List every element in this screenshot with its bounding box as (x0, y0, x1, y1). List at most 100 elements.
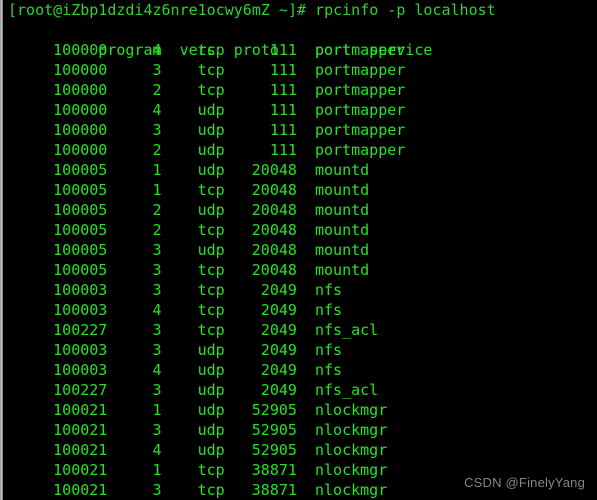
cell-program: 100000 (53, 41, 108, 59)
cell-program: 100003 (53, 281, 108, 299)
cell-service: mountd (314, 261, 370, 279)
cell-vers: 1 (152, 161, 162, 179)
cell-vers: 1 (152, 181, 162, 199)
cell-vers: 3 (152, 61, 162, 79)
cell-vers: 4 (152, 441, 162, 459)
cell-port: 52905 (251, 421, 297, 439)
cell-program: 100227 (53, 321, 108, 339)
cell-vers: 3 (152, 341, 162, 359)
table-row: 100021 1 tcp 38871 nlockmgr (3, 460, 597, 480)
cell-service: mountd (314, 161, 370, 179)
cell-proto: tcp (197, 221, 225, 239)
cell-vers: 3 (152, 321, 162, 339)
cell-port: 38871 (251, 461, 297, 479)
cell-port: 111 (269, 141, 297, 159)
table-row: 100005 2 udp 20048 mountd (3, 200, 597, 220)
cell-proto: udp (197, 201, 225, 219)
cell-program: 100005 (53, 181, 108, 199)
table-row: 100003 4 tcp 2049 nfs (3, 300, 597, 320)
table-row: 100005 3 tcp 20048 mountd (3, 260, 597, 280)
cell-port: 111 (269, 41, 297, 59)
cell-vers: 3 (152, 121, 162, 139)
cell-proto: udp (197, 121, 225, 139)
cell-proto: tcp (197, 181, 225, 199)
cell-service: nfs (314, 341, 343, 359)
cell-program: 100000 (53, 141, 108, 159)
cell-program: 100021 (53, 421, 108, 439)
cell-program: 100005 (53, 261, 108, 279)
cell-port: 20048 (251, 181, 297, 199)
cell-vers: 1 (152, 461, 162, 479)
cell-proto: tcp (197, 461, 225, 479)
cell-port: 20048 (251, 221, 297, 239)
cell-vers: 2 (152, 141, 162, 159)
table-row: 100000 2 tcp 111 portmapper (3, 80, 597, 100)
cell-vers: 2 (152, 201, 162, 219)
cell-port: 2049 (260, 281, 297, 299)
cell-service: portmapper (314, 41, 406, 59)
table-row: 100005 2 tcp 20048 mountd (3, 220, 597, 240)
table-row: 100003 3 tcp 2049 nfs (3, 280, 597, 300)
cell-program: 100005 (53, 161, 108, 179)
table-row: 100021 3 udp 52905 nlockmgr (3, 420, 597, 440)
terminal-scrollbar[interactable] (0, 0, 3, 500)
shell-prompt-line: [root@iZbp1dzdi4z6nre1ocwy6mZ ~]# rpcinf… (8, 1, 496, 19)
cell-service: portmapper (314, 121, 406, 139)
cell-port: 20048 (251, 201, 297, 219)
cell-program: 100005 (53, 201, 108, 219)
cell-proto: tcp (197, 61, 225, 79)
cell-vers: 4 (152, 301, 162, 319)
cell-service: mountd (314, 181, 370, 199)
cell-port: 2049 (260, 341, 297, 359)
cell-service: mountd (314, 241, 370, 259)
table-row: 100227 3 udp 2049 nfs_acl (3, 380, 597, 400)
cell-service: nfs (314, 281, 343, 299)
cell-proto: udp (197, 381, 225, 399)
cell-service: nfs (314, 301, 343, 319)
table-header-row: program vers proto port service (3, 20, 597, 59)
cell-port: 111 (269, 101, 297, 119)
cell-service: portmapper (314, 81, 406, 99)
terminal-window[interactable]: [root@iZbp1dzdi4z6nre1ocwy6mZ ~]# rpcinf… (3, 0, 597, 500)
table-row: 100227 3 tcp 2049 nfs_acl (3, 320, 597, 340)
cell-service: nlockmgr (314, 441, 388, 459)
table-row: 100021 1 udp 52905 nlockmgr (3, 400, 597, 420)
cell-service: mountd (314, 221, 370, 239)
cell-program: 100021 (53, 461, 108, 479)
cell-port: 52905 (251, 441, 297, 459)
cell-port: 2049 (260, 321, 297, 339)
table-rows-container: 100000 4 tcp 111 portmapper 100000 3 tcp 111 port… (3, 40, 597, 500)
table-row: 100000 3 tcp 111 portmapper (3, 60, 597, 80)
cell-program: 100005 (53, 241, 108, 259)
cell-program: 100003 (53, 301, 108, 319)
cell-port: 111 (269, 81, 297, 99)
table-row: 100000 4 udp 111 portmapper (3, 100, 597, 120)
table-row: 100005 1 udp 20048 mountd (3, 160, 597, 180)
table-row: 100003 4 udp 2049 nfs (3, 360, 597, 380)
cell-proto: udp (197, 101, 225, 119)
cell-vers: 2 (152, 81, 162, 99)
cell-proto: udp (197, 401, 225, 419)
table-row: 100005 1 tcp 20048 mountd (3, 180, 597, 200)
cell-service: portmapper (314, 141, 406, 159)
cell-program: 100000 (53, 121, 108, 139)
cell-port: 52905 (251, 401, 297, 419)
table-row: 100005 3 udp 20048 mountd (3, 240, 597, 260)
cell-proto: tcp (197, 41, 225, 59)
cell-vers: 3 (152, 281, 162, 299)
cell-vers: 2 (152, 221, 162, 239)
cell-service: nlockmgr (314, 401, 388, 419)
cell-proto: udp (197, 141, 225, 159)
cell-port: 20048 (251, 261, 297, 279)
cell-proto: tcp (197, 321, 225, 339)
table-row: 100021 4 udp 52905 nlockmgr (3, 440, 597, 460)
cell-port: 20048 (251, 241, 297, 259)
cell-program: 100021 (53, 481, 108, 499)
cell-proto: udp (197, 341, 225, 359)
cell-vers: 3 (152, 261, 162, 279)
cell-proto: tcp (197, 81, 225, 99)
cell-vers: 3 (152, 381, 162, 399)
cell-vers: 3 (152, 241, 162, 259)
cell-service: portmapper (314, 101, 406, 119)
cell-service: nfs_acl (314, 381, 379, 399)
